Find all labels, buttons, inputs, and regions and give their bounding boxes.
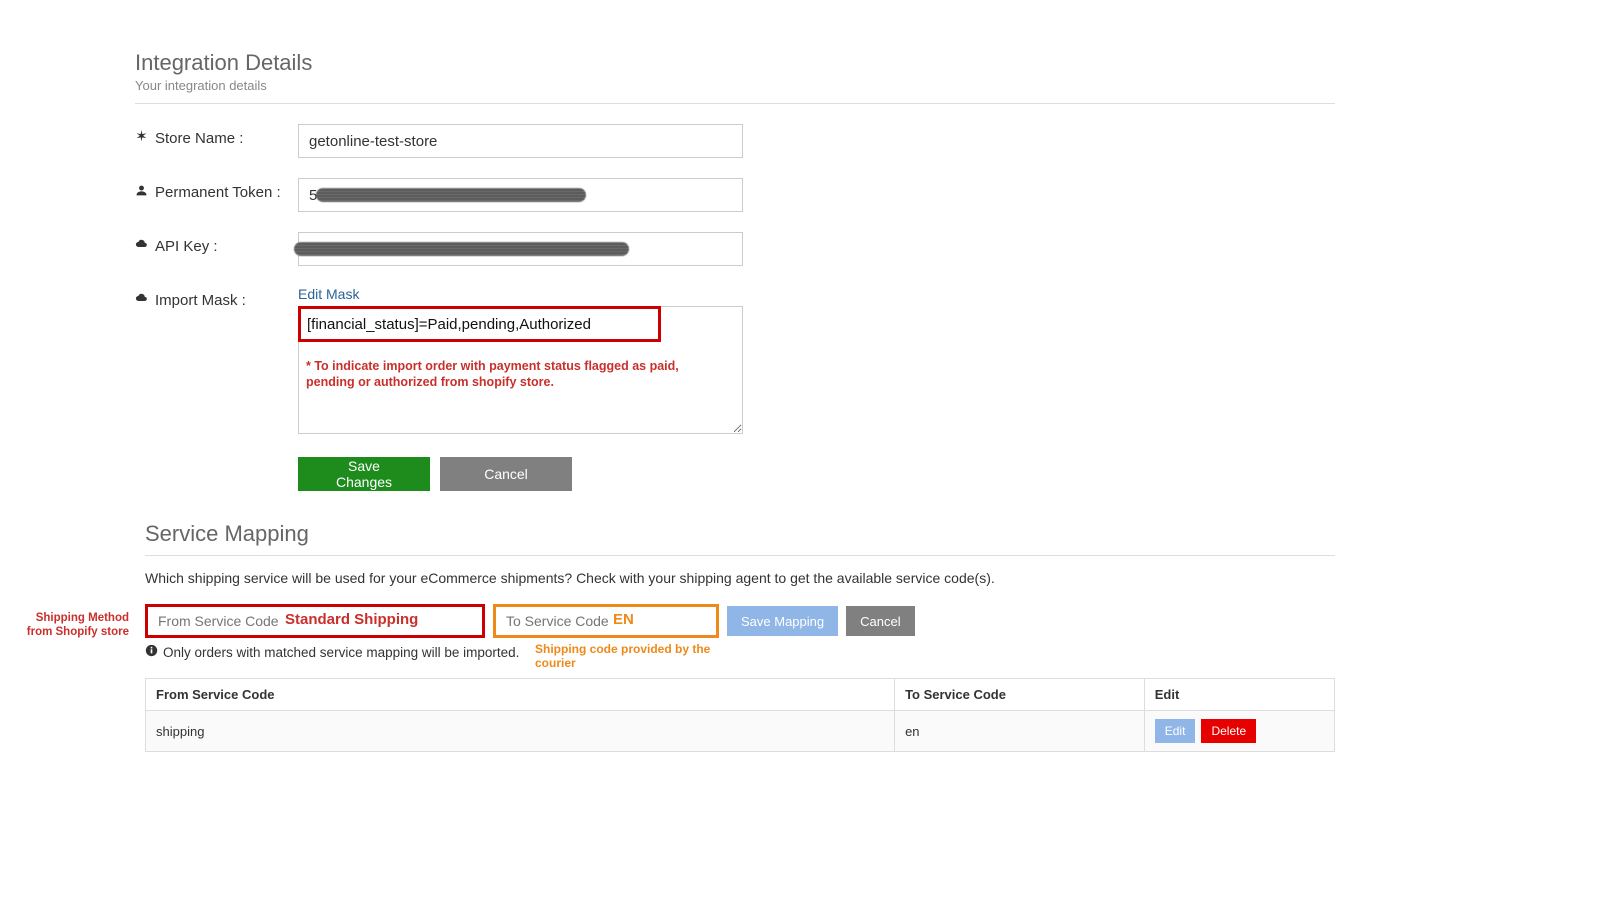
service-mapping-description: Which shipping service will be used for … (145, 570, 1335, 586)
th-edit: Edit (1144, 679, 1334, 711)
edit-row-button[interactable]: Edit (1155, 719, 1196, 743)
import-mask-textarea[interactable] (298, 306, 743, 434)
th-to: To Service Code (895, 679, 1145, 711)
form-buttons: Save Changes Cancel (298, 457, 1335, 491)
page-title: Integration Details (135, 50, 1335, 76)
to-service-code-input[interactable] (493, 604, 719, 638)
cloud-icon (135, 292, 149, 309)
delete-row-button[interactable]: Delete (1201, 719, 1256, 743)
service-mapping-title: Service Mapping (145, 521, 1335, 547)
info-icon (145, 644, 158, 660)
label-api-key: API Key : (135, 232, 298, 255)
page-subtitle: Your integration details (135, 78, 1335, 93)
cancel-mapping-button[interactable]: Cancel (846, 606, 914, 636)
divider (135, 103, 1335, 104)
row-import-mask: Import Mask : Edit Mask [financial_statu… (135, 286, 1335, 437)
divider (145, 555, 1335, 556)
th-from: From Service Code (146, 679, 895, 711)
label-store-name: Store Name : (135, 124, 298, 147)
row-permanent-token: Permanent Token : (135, 178, 1335, 212)
row-api-key: API Key : (135, 232, 1335, 266)
redacted-token (316, 188, 586, 202)
mapping-input-row: Standard Shipping EN Save Mapping Cancel (145, 604, 1335, 638)
save-button[interactable]: Save Changes (298, 457, 430, 491)
store-name-input[interactable] (298, 124, 743, 158)
edit-mask-link[interactable]: Edit Mask (298, 286, 359, 302)
save-mapping-button[interactable]: Save Mapping (727, 606, 838, 636)
service-mapping-table: From Service Code To Service Code Edit s… (145, 678, 1335, 752)
label-import-mask: Import Mask : (135, 286, 298, 309)
redacted-api-key (294, 242, 629, 256)
asterisk-icon (135, 130, 149, 147)
row-store-name: Store Name : (135, 124, 1335, 158)
info-line: Only orders with matched service mapping… (145, 644, 1335, 660)
label-permanent-token: Permanent Token : (135, 178, 298, 201)
cloud-icon (135, 238, 149, 255)
cell-actions: Edit Delete (1144, 711, 1334, 752)
user-icon (135, 184, 149, 201)
shipping-code-annotation: Shipping code provided by the courier (535, 642, 735, 671)
cell-from: shipping (146, 711, 895, 752)
shipping-method-annotation: Shipping Method from Shopify store (14, 612, 129, 640)
from-service-code-input[interactable] (145, 604, 485, 638)
table-row: shipping en Edit Delete (146, 711, 1335, 752)
cell-to: en (895, 711, 1145, 752)
cancel-button[interactable]: Cancel (440, 457, 572, 491)
